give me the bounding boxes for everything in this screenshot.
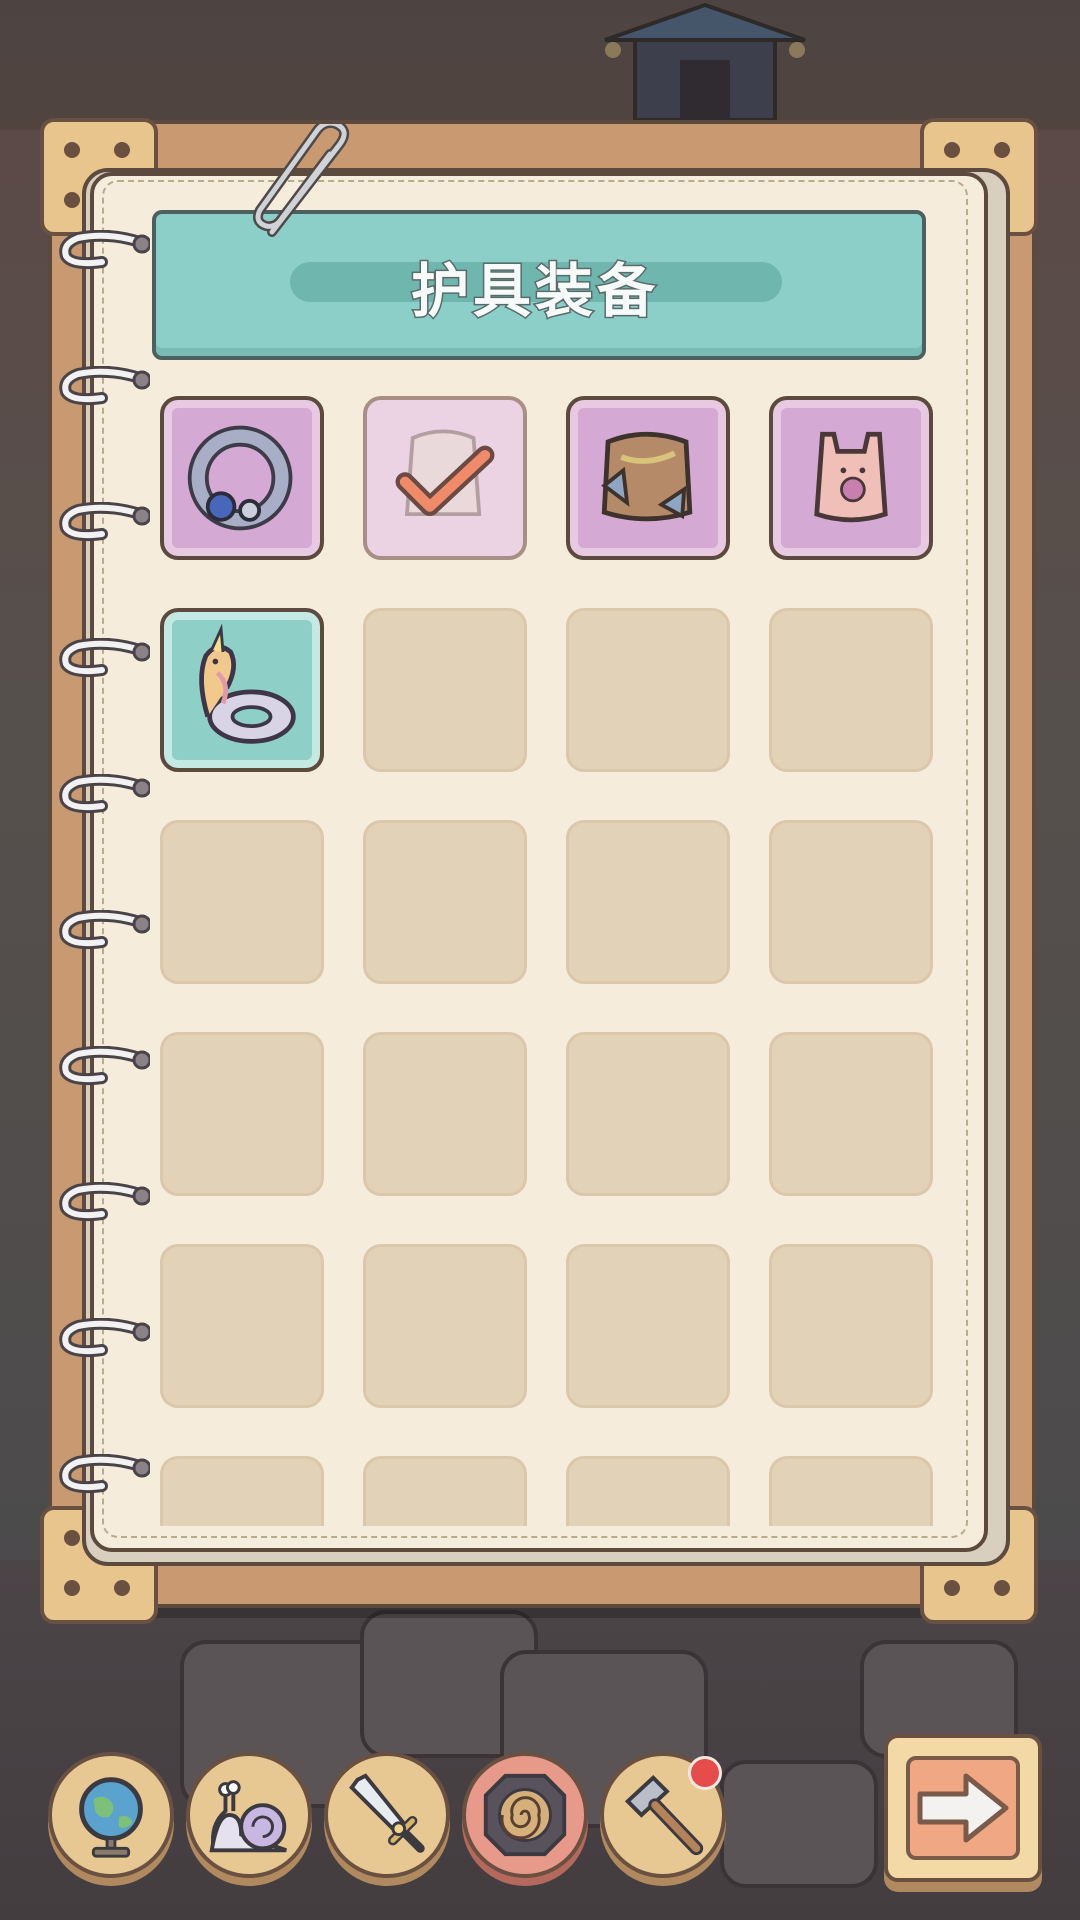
pink-vest-icon [814,431,888,523]
snail-icon [209,1780,287,1853]
binder-ring [59,1182,150,1222]
ring-icon [187,425,293,531]
empty-slot[interactable] [769,608,933,772]
empty-slot[interactable] [160,1032,324,1196]
leather-armor-icon [601,431,693,522]
nav-globe-button[interactable] [48,1752,174,1878]
empty-slot[interactable] [160,1244,324,1408]
nav-armor-button[interactable] [462,1752,588,1878]
empty-slot[interactable] [566,1456,730,1526]
rock [720,1760,878,1888]
nav-sword-button[interactable] [324,1752,450,1878]
notification-badge [688,1756,722,1790]
unicorn-swim-ring-icon [199,623,296,744]
next-button[interactable] [884,1734,1042,1882]
equipment-slot[interactable] [160,396,324,560]
binder-ring [59,230,150,270]
equipment-slot[interactable] [160,608,324,772]
equipment-grid [160,396,940,1526]
equipment-slot[interactable] [769,396,933,560]
equipment-slot[interactable] [566,396,730,560]
binder-ring [59,1454,150,1494]
nav-snail-button[interactable] [186,1752,312,1878]
equipment-slot[interactable] [363,396,527,560]
tower-icon [604,2,806,120]
binder-ring [59,774,150,814]
binder-ring [59,366,150,406]
empty-slot[interactable] [363,1244,527,1408]
binder-ring [59,910,150,950]
empty-slot[interactable] [769,1244,933,1408]
arrow-right-icon [917,1773,1009,1843]
empty-slot[interactable] [566,608,730,772]
empty-slot[interactable] [566,1032,730,1196]
empty-slot[interactable] [566,820,730,984]
empty-slot[interactable] [363,1456,527,1526]
globe-icon [79,1777,143,1858]
page-title: 护具装备 [409,256,659,327]
empty-slot[interactable] [160,1456,324,1526]
empty-slot[interactable] [363,608,527,772]
empty-slot[interactable] [160,820,324,984]
empty-slot[interactable] [363,1032,527,1196]
empty-slot[interactable] [769,1456,933,1526]
binder-ring [59,638,150,678]
binder-ring [59,502,150,542]
empty-slot[interactable] [566,1244,730,1408]
background-sky [0,0,1080,130]
binder-ring [59,1046,150,1086]
binder-ring [59,1318,150,1358]
sword-icon [349,1773,425,1853]
paperclip-icon [253,124,350,237]
empty-slot[interactable] [363,820,527,984]
empty-slot[interactable] [769,820,933,984]
scarf-armor-checkmark-icon [395,429,495,517]
empty-slot[interactable] [769,1032,933,1196]
shield-spiral-icon [483,1773,567,1857]
